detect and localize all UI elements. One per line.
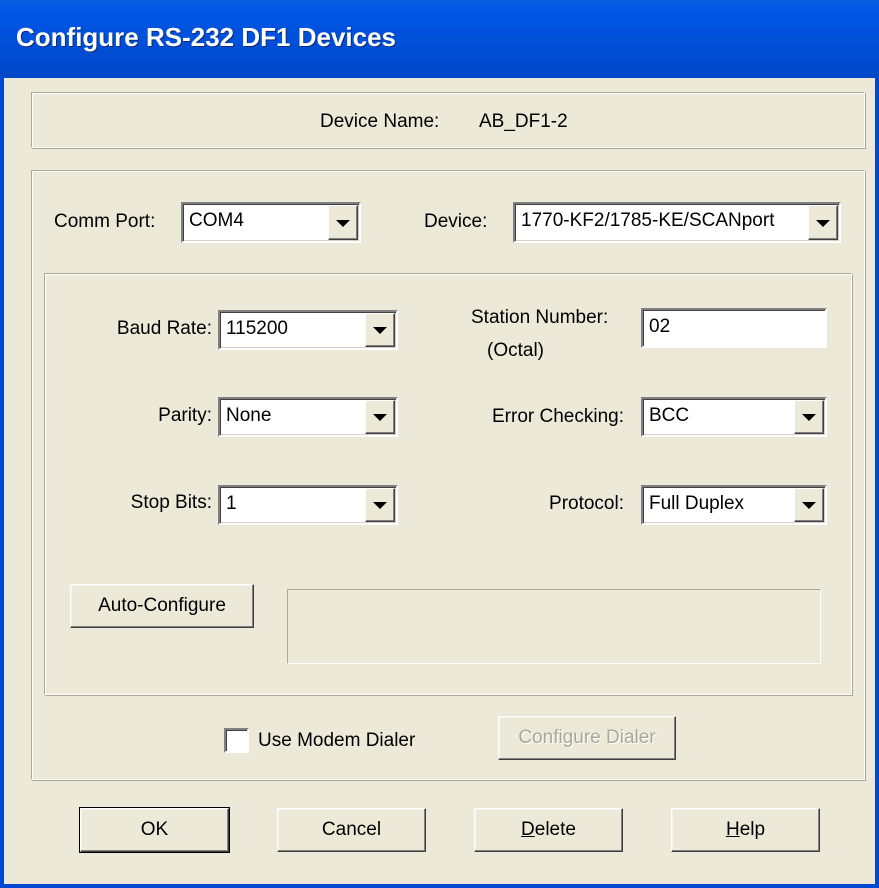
help-label-rest: elp <box>739 819 766 840</box>
device-name-value: AB_DF1-2 <box>479 111 568 132</box>
delete-label-rest: elete <box>534 819 576 840</box>
station-number-value: 02 <box>649 316 671 337</box>
delete-mnemonic: D <box>521 819 535 840</box>
window-title: Configure RS-232 DF1 Devices <box>16 22 397 52</box>
auto-configure-label: Auto-Configure <box>98 595 226 616</box>
title-bar[interactable]: Configure RS-232 DF1 Devices <box>0 0 879 78</box>
use-modem-dialer-checkbox[interactable] <box>224 728 249 753</box>
station-number-label: Station Number: <box>471 307 609 328</box>
configure-dialer-label: Configure Dialer <box>518 727 656 748</box>
baud-rate-value: 115200 <box>226 318 288 339</box>
device-name-group: Device Name: AB_DF1-2 <box>31 92 865 148</box>
device-label: Device: <box>424 211 488 232</box>
station-number-input[interactable]: 02 <box>641 308 827 348</box>
station-number-octal-label: (Octal) <box>487 340 544 361</box>
help-label: Help <box>726 809 765 851</box>
use-modem-dialer-label[interactable]: Use Modem Dialer <box>258 730 415 752</box>
baud-rate-label: Baud Rate: <box>116 318 212 339</box>
error-checking-dropdown[interactable]: BCC <box>641 397 827 437</box>
stop-bits-dropdown[interactable]: 1 <box>218 485 398 525</box>
chevron-down-icon[interactable] <box>794 488 824 522</box>
window-frame-bottom <box>0 884 879 888</box>
chevron-down-icon[interactable] <box>794 400 824 434</box>
help-mnemonic: H <box>725 819 740 840</box>
protocol-value: Full Duplex <box>649 493 745 514</box>
delete-label: Delete <box>521 809 576 851</box>
cancel-button[interactable]: Cancel <box>277 808 426 852</box>
chevron-down-icon[interactable] <box>808 205 838 240</box>
device-dropdown[interactable]: 1770-KF2/1785-KE/SCANport <box>513 202 841 243</box>
stop-bits-value: 1 <box>226 493 237 514</box>
auto-configure-button[interactable]: Auto-Configure <box>70 584 254 628</box>
help-button[interactable]: Help <box>671 808 820 852</box>
parity-dropdown[interactable]: None <box>218 397 398 437</box>
protocol-label: Protocol: <box>549 493 624 514</box>
delete-button[interactable]: Delete <box>474 808 623 852</box>
auto-configure-status-area <box>287 589 821 664</box>
chevron-down-icon[interactable] <box>365 400 395 434</box>
comm-port-label: Comm Port: <box>54 211 156 232</box>
cancel-label: Cancel <box>321 819 382 840</box>
ok-button[interactable]: OK <box>79 807 230 853</box>
window-frame-left <box>0 78 4 888</box>
chevron-down-icon[interactable] <box>365 313 395 347</box>
chevron-down-icon[interactable] <box>365 488 395 522</box>
parity-label: Parity: <box>158 405 212 426</box>
configure-dialer-button[interactable]: Configure Dialer <box>498 716 676 760</box>
protocol-dropdown[interactable]: Full Duplex <box>641 485 827 525</box>
stop-bits-label: Stop Bits: <box>130 492 212 513</box>
error-checking-value: BCC <box>649 405 690 426</box>
comm-port-value: COM4 <box>189 210 244 231</box>
baud-rate-dropdown[interactable]: 115200 <box>218 310 398 350</box>
comm-port-dropdown[interactable]: COM4 <box>181 202 361 243</box>
chevron-down-icon[interactable] <box>328 205 358 240</box>
device-name-label: Device Name: <box>320 111 440 132</box>
error-checking-label: Error Checking: <box>492 406 624 427</box>
parity-value: None <box>226 405 272 426</box>
window-frame-right <box>875 78 879 888</box>
ok-label: OK <box>140 819 169 840</box>
device-value: 1770-KF2/1785-KE/SCANport <box>521 210 775 231</box>
